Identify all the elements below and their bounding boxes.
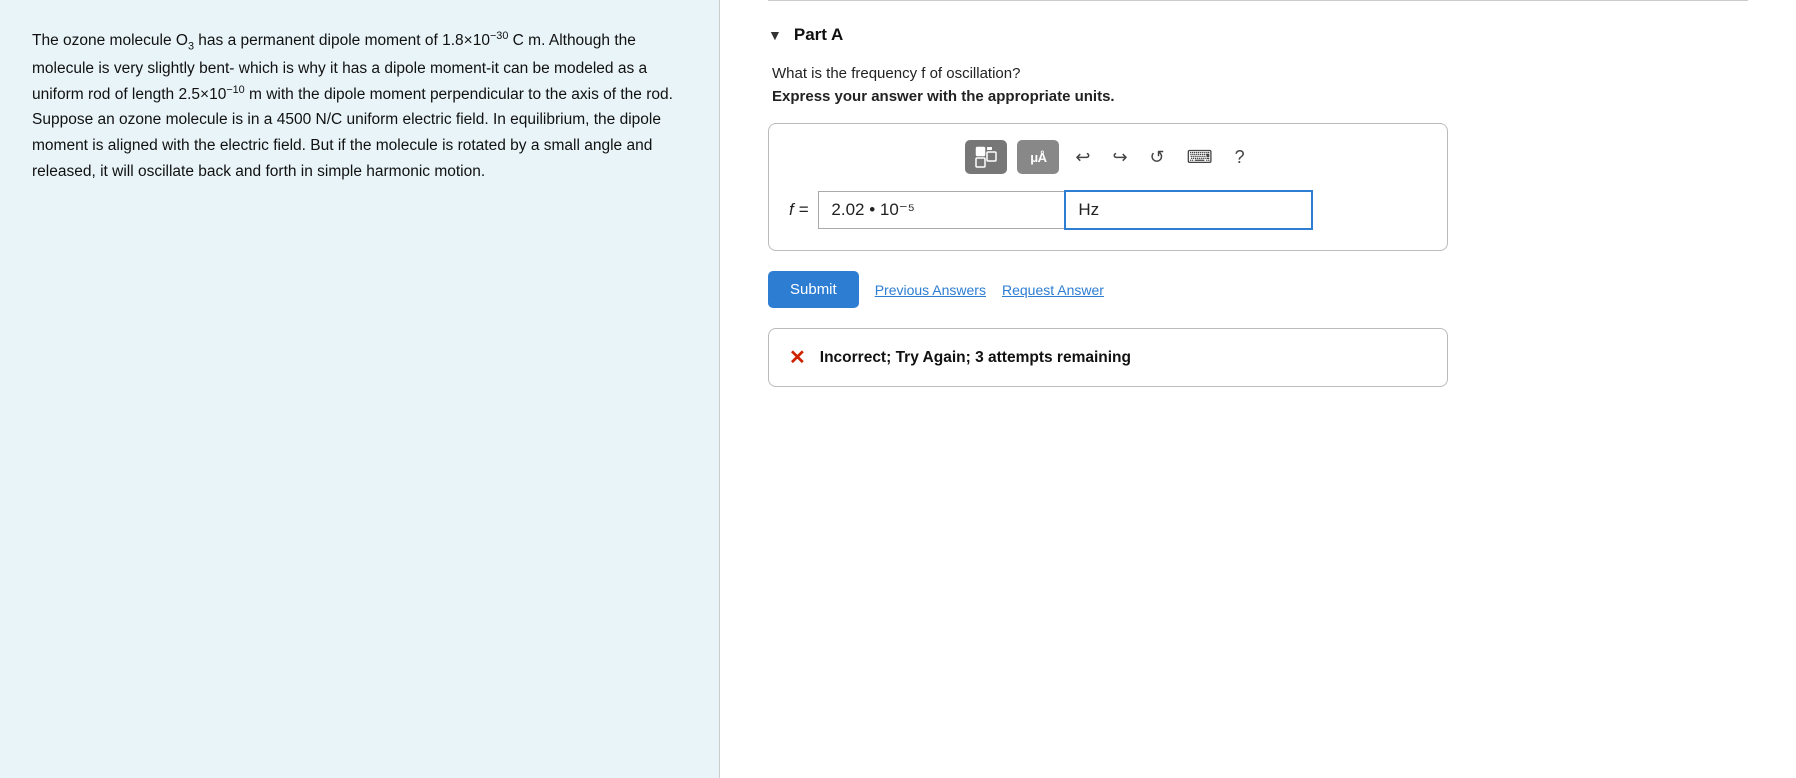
answer-box: μÅ ↩ ↪ ↺ ⌨ ? f =	[768, 123, 1448, 251]
question-instruction: Express your answer with the appropriate…	[772, 88, 1748, 105]
collapse-chevron[interactable]: ▼	[768, 27, 782, 43]
units-button[interactable]: μÅ	[1017, 140, 1059, 174]
refresh-button[interactable]: ↺	[1144, 143, 1171, 172]
input-row: f =	[789, 190, 1427, 230]
mu-label: μÅ	[1030, 150, 1046, 165]
question-text: What is the frequency f of oscillation?	[772, 65, 1748, 82]
keyboard-icon: ⌨	[1187, 147, 1213, 167]
top-divider	[768, 0, 1748, 1]
submit-button[interactable]: Submit	[768, 271, 859, 308]
incorrect-icon: ✕	[789, 345, 806, 370]
undo-button[interactable]: ↩	[1069, 143, 1096, 172]
action-row: Submit Previous Answers Request Answer	[768, 271, 1448, 308]
help-button[interactable]: ?	[1229, 143, 1251, 172]
help-icon: ?	[1235, 147, 1245, 167]
feedback-text: Incorrect; Try Again; 3 attempts remaini…	[820, 349, 1131, 367]
part-header: ▼ Part A	[768, 25, 1748, 45]
template-button[interactable]	[965, 140, 1007, 174]
unit-input[interactable]	[1064, 190, 1313, 230]
keyboard-button[interactable]: ⌨	[1181, 143, 1219, 172]
part-title: Part A	[794, 25, 843, 45]
answer-toolbar: μÅ ↩ ↪ ↺ ⌨ ?	[789, 140, 1427, 174]
value-input[interactable]	[818, 191, 1064, 229]
feedback-box: ✕ Incorrect; Try Again; 3 attempts remai…	[768, 328, 1448, 387]
undo-icon: ↩	[1075, 147, 1090, 167]
previous-answers-button[interactable]: Previous Answers	[875, 282, 986, 298]
answer-panel: ▼ Part A What is the frequency f of osci…	[720, 0, 1796, 778]
refresh-icon: ↺	[1150, 147, 1165, 167]
redo-icon: ↪	[1112, 147, 1127, 167]
problem-text: The ozone molecule O3 has a permanent di…	[32, 28, 687, 184]
redo-button[interactable]: ↪	[1106, 143, 1133, 172]
f-label: f =	[789, 200, 808, 220]
problem-statement: The ozone molecule O3 has a permanent di…	[0, 0, 720, 778]
request-answer-button[interactable]: Request Answer	[1002, 282, 1104, 298]
